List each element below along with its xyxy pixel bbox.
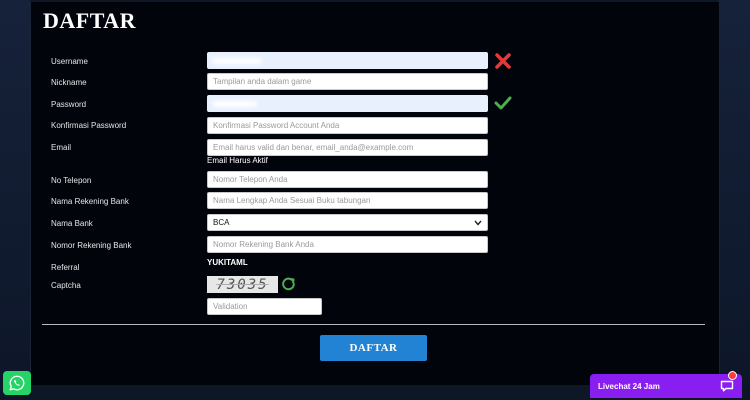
background-right (718, 0, 750, 400)
whatsapp-icon (9, 375, 25, 391)
phone-label: No Telepon (51, 176, 92, 185)
captcha-image: 73035 (207, 276, 278, 293)
invalid-x-icon (495, 53, 511, 69)
password-redacted-value (212, 101, 258, 107)
page-title: DAFTAR (43, 8, 137, 33)
valid-check-icon (494, 96, 512, 110)
chevron-down-icon (474, 220, 482, 226)
refresh-icon[interactable] (280, 276, 297, 292)
account-name-label: Nama Rekening Bank (51, 197, 129, 206)
nickname-label: Nickname (51, 78, 87, 87)
account-name-input[interactable] (207, 192, 488, 209)
account-number-input[interactable] (207, 236, 488, 253)
confirm-password-input[interactable] (207, 117, 488, 134)
bank-name-label: Nama Bank (51, 219, 93, 228)
notification-badge (728, 371, 737, 380)
background-left (0, 0, 30, 400)
page: DAFTAR Username Nickname Password Konfir… (0, 0, 750, 400)
captcha-label: Captcha (51, 281, 81, 290)
chat-bubble-icon (720, 380, 734, 392)
confirm-password-label: Konfirmasi Password (51, 121, 127, 130)
livechat-label: Livechat 24 Jam (598, 381, 660, 391)
email-hint: Email Harus Aktif (207, 156, 268, 165)
referral-code: YUKITAML (207, 258, 248, 267)
password-label: Password (51, 100, 87, 109)
captcha-text: 73035 (216, 276, 269, 293)
captcha-input[interactable] (207, 298, 322, 315)
email-label: Email (51, 143, 72, 152)
submit-button[interactable]: DAFTAR (320, 335, 427, 361)
username-label: Username (51, 57, 88, 66)
username-redacted-value (212, 58, 262, 64)
whatsapp-button[interactable] (3, 371, 31, 395)
bank-select-value: BCA (213, 218, 230, 227)
phone-input[interactable] (207, 171, 488, 188)
livechat-button[interactable]: Livechat 24 Jam (590, 371, 742, 398)
form-divider (42, 324, 705, 325)
referral-label: Referral (51, 263, 80, 272)
account-number-label: Nomor Rekening Bank (51, 241, 132, 250)
nickname-input[interactable] (207, 73, 488, 90)
email-input[interactable] (207, 139, 488, 156)
bank-select[interactable]: BCA (207, 214, 488, 231)
